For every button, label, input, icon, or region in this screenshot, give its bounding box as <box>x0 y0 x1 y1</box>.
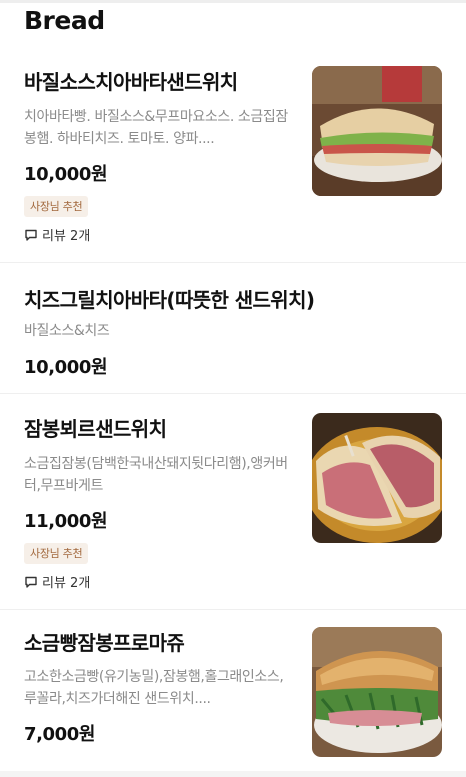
speech-bubble-icon <box>24 228 38 242</box>
menu-item-description: 고소한소금빵(유기농밀),잠봉햄,홀그래인소스,루꼴라,치즈가더해진 샌드위치.… <box>24 669 284 707</box>
menu-item-photo <box>312 66 442 196</box>
menu-item-description: 바질소스&치즈 <box>24 323 110 339</box>
menu-item-name: 잠봉뵈르샌드위치 <box>24 417 167 441</box>
review-count: 리뷰 2개 <box>42 229 91 244</box>
recommend-badge: 사장님 추천 <box>24 543 89 564</box>
menu-page: Bread 바질소스치아바타샌드위치 치아바타빵. 바질소스&무프마요소스. 소… <box>0 0 466 777</box>
menu-item-price: 10,000원 <box>24 357 108 378</box>
review-link[interactable]: 리뷰 2개 <box>24 225 90 244</box>
menu-item-photo <box>312 413 442 543</box>
menu-item-photo <box>312 627 442 757</box>
bottom-divider <box>0 771 466 777</box>
recommend-badge: 사장님 추천 <box>24 196 89 217</box>
menu-item-description: 소금집잠봉(담백한국내산돼지뒷다리햄),앵커버터,무프바게트 <box>24 456 288 494</box>
item-divider <box>0 609 466 610</box>
section-title: Bread <box>24 6 105 35</box>
menu-item-name: 소금빵잠봉프로마쥬 <box>24 631 185 655</box>
item-divider <box>0 262 466 263</box>
menu-item-name: 바질소스치아바타샌드위치 <box>24 70 238 94</box>
review-link[interactable]: 리뷰 2개 <box>24 572 90 591</box>
menu-item-price: 11,000원 <box>24 511 108 532</box>
menu-item-price: 10,000원 <box>24 164 108 185</box>
menu-item-price: 7,000원 <box>24 724 96 745</box>
item-divider <box>0 393 466 394</box>
menu-item-name: 치즈그릴치아바타(따뜻한 샌드위치) <box>24 288 315 312</box>
review-count: 리뷰 2개 <box>42 576 91 591</box>
menu-item-description: 치아바타빵. 바질소스&무프마요소스. 소금집잠봉햄. 하바티치즈. 토마토. … <box>24 109 288 147</box>
speech-bubble-icon <box>24 575 38 589</box>
top-divider <box>0 0 466 3</box>
